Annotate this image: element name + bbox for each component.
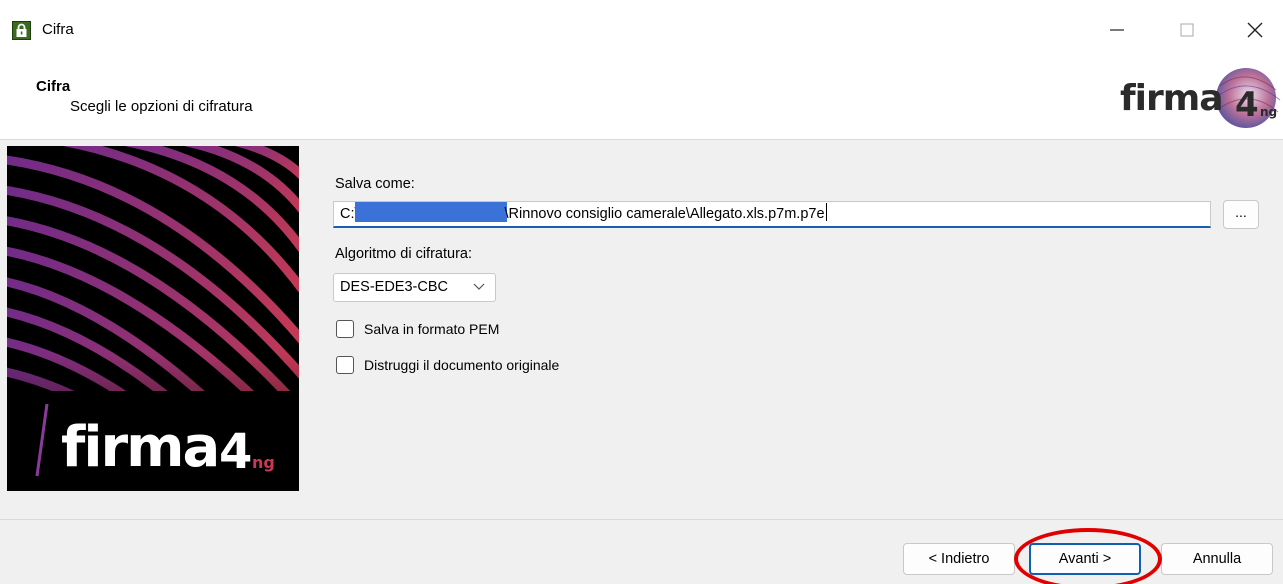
next-button[interactable]: Avanti > <box>1029 543 1141 575</box>
pem-checkbox-row[interactable]: Salva in formato PEM <box>336 320 499 338</box>
redacted-region <box>354 202 507 222</box>
close-icon <box>1247 22 1263 38</box>
chevron-down-icon <box>473 283 485 290</box>
close-button[interactable] <box>1232 10 1278 50</box>
destroy-checkbox-row[interactable]: Distruggi il documento originale <box>336 356 559 374</box>
wizard-header: Cifra Scegli le opzioni di cifratura fir… <box>0 62 1283 140</box>
back-button[interactable]: < Indietro <box>903 543 1015 575</box>
page-subtitle: Scegli le opzioni di cifratura <box>70 98 253 115</box>
svg-text:ng: ng <box>1260 105 1277 119</box>
svg-text:ng: ng <box>252 453 275 472</box>
firma4ng-logo: firma 4 ng <box>1120 66 1283 128</box>
svg-text:4: 4 <box>219 424 252 480</box>
browse-button[interactable]: ... <box>1223 200 1259 229</box>
algorithm-select[interactable]: DES-EDE3-CBC <box>333 273 496 302</box>
minimize-button[interactable] <box>1094 10 1140 50</box>
path-suffix: \Rinnovo consiglio camerale\Allegato.xls… <box>504 206 825 222</box>
maximize-button[interactable] <box>1164 10 1210 50</box>
destroy-checkbox[interactable] <box>336 356 354 374</box>
form-area: Salva come: C:\ \Rinnovo consiglio camera… <box>330 146 1270 506</box>
footer-divider <box>0 519 1283 520</box>
padlock-icon <box>12 21 31 40</box>
save-as-label: Salva come: <box>335 176 415 192</box>
algorithm-value: DES-EDE3-CBC <box>340 279 448 295</box>
svg-text:firma: firma <box>1120 78 1223 119</box>
minimize-icon <box>1110 29 1124 31</box>
window-title: Cifra <box>42 21 74 38</box>
destroy-label: Distruggi il documento originale <box>364 357 560 373</box>
svg-text:firma: firma <box>61 415 218 480</box>
pem-checkbox[interactable] <box>336 320 354 338</box>
cancel-button[interactable]: Annulla <box>1161 543 1273 575</box>
algorithm-label: Algoritmo di cifratura: <box>335 246 472 262</box>
save-path-input[interactable]: C:\ \Rinnovo consiglio camerale\Allegato.… <box>333 201 1211 228</box>
maximize-icon <box>1180 23 1194 37</box>
svg-text:4: 4 <box>1235 85 1259 125</box>
page-title: Cifra <box>36 78 71 95</box>
title-bar: Cifra <box>0 0 1283 62</box>
pem-label: Salva in formato PEM <box>364 321 500 337</box>
text-caret <box>825 203 827 221</box>
wizard-banner-image: firma 4 ng <box>7 146 299 491</box>
